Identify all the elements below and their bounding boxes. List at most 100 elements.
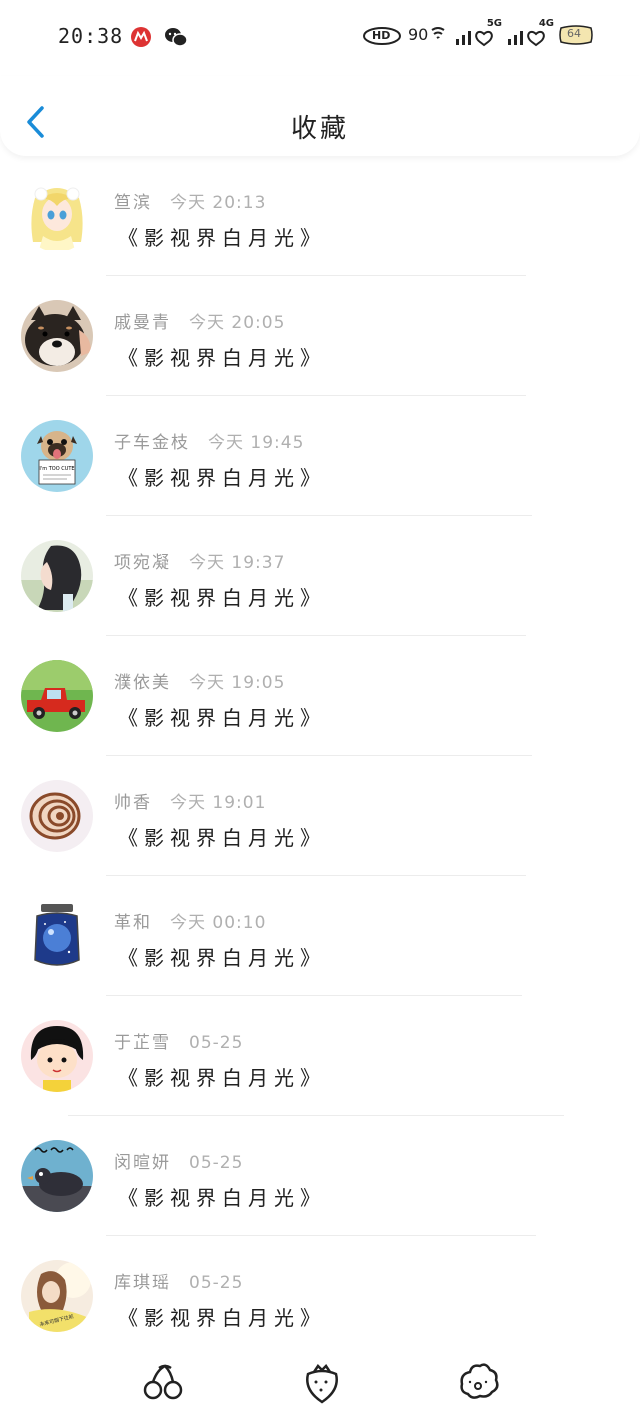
divider: [106, 515, 532, 516]
item-time: 今天 19:01: [170, 793, 267, 813]
item-time: 05-25: [189, 1273, 244, 1293]
item-name: 濮依美: [114, 673, 171, 693]
item-meta: 闵暄妍 05-25: [114, 1148, 243, 1173]
item-time: 今天 00:10: [170, 913, 267, 933]
wifi-icon: 90: [408, 24, 448, 46]
item-name: 子车金枝: [114, 433, 190, 453]
item-meta: 于芷雪 05-25: [114, 1028, 243, 1053]
cookie-face-nav-button[interactable]: [456, 1360, 500, 1404]
signal-5g-icon: 5G: [454, 18, 502, 48]
avatar[interactable]: [21, 660, 93, 732]
bird-doodle-avatar-icon: [21, 1140, 93, 1212]
item-content[interactable]: 《影视界白月光》: [118, 942, 326, 971]
item-content[interactable]: 《影视界白月光》: [118, 582, 326, 611]
divider: [106, 395, 526, 396]
item-content[interactable]: 《影视界白月光》: [118, 462, 326, 491]
list-item[interactable]: 项宛凝 今天 19:37 《影视界白月光》: [0, 520, 640, 640]
divider: [106, 995, 522, 996]
item-time: 今天 19:45: [208, 433, 305, 453]
divider: [106, 275, 526, 276]
bottom-nav: [0, 1350, 640, 1426]
list-item[interactable]: 于芷雪 05-25 《影视界白月光》: [0, 1000, 640, 1120]
cookie-face-icon: [460, 1363, 499, 1399]
list-item[interactable]: 笪滨 今天 20:13 《影视界白月光》: [0, 160, 640, 280]
avatar[interactable]: [21, 780, 93, 852]
item-name: 戚曼青: [114, 313, 171, 333]
pug-sign-avatar-icon: I'm TOO CUTE: [21, 420, 93, 492]
item-time: 今天 19:05: [189, 673, 286, 693]
avatar[interactable]: [21, 540, 93, 612]
strawberry-icon: [306, 1364, 338, 1404]
jar-galaxy-avatar-icon: [21, 900, 93, 972]
page-title: 收藏: [290, 114, 349, 144]
item-time: 05-25: [189, 1153, 244, 1173]
avatar[interactable]: [21, 300, 93, 372]
list-item[interactable]: 未来可期下往前 库琪瑶 05-25 《影视界白月光》: [0, 1240, 640, 1360]
status-time: 20:38: [58, 24, 124, 48]
item-time: 今天 20:05: [189, 313, 286, 333]
divider: [106, 875, 526, 876]
svg-text:90: 90: [408, 25, 428, 44]
favorites-list: 笪滨 今天 20:13 《影视界白月光》 戚曼青 今天 20:05 《影视界白月光》: [0, 160, 640, 1360]
cartoon-girl-avatar-icon: [21, 1020, 93, 1092]
divider: [106, 755, 532, 756]
metro-app-icon: [130, 26, 152, 48]
avatar[interactable]: [21, 1020, 93, 1092]
item-time: 今天 20:13: [170, 193, 267, 213]
divider: [68, 1115, 564, 1116]
list-item[interactable]: 濮依美 今天 19:05 《影视界白月光》: [0, 640, 640, 760]
item-name: 笪滨: [114, 193, 152, 213]
item-meta: 项宛凝 今天 19:37: [114, 548, 285, 573]
item-meta: 笪滨 今天 20:13: [114, 188, 266, 213]
item-content[interactable]: 《影视界白月光》: [118, 822, 326, 851]
girl-sunlight-avatar-icon: 未来可期下往前: [21, 1260, 93, 1332]
item-meta: 子车金枝 今天 19:45: [114, 428, 304, 453]
item-meta: 濮依美 今天 19:05: [114, 668, 285, 693]
item-time: 05-25: [189, 1033, 244, 1053]
item-name: 闵暄妍: [114, 1153, 171, 1173]
battery-icon: 64: [558, 24, 594, 46]
item-meta: 库琪瑶 05-25: [114, 1268, 243, 1293]
cherry-icon: [143, 1364, 183, 1400]
strawberry-nav-button[interactable]: [300, 1360, 344, 1404]
item-content[interactable]: 《影视界白月光》: [118, 1302, 326, 1331]
shiba-dog-avatar-icon: [21, 300, 93, 372]
girl-profile-avatar-icon: [21, 540, 93, 612]
item-name: 库琪瑶: [114, 1273, 171, 1293]
avatar[interactable]: I'm TOO CUTE: [21, 420, 93, 492]
status-indicators: HD 90 5G 4G 64: [362, 18, 594, 48]
red-truck-avatar-icon: [21, 660, 93, 732]
list-item[interactable]: I'm TOO CUTE 子车金枝 今天 19:45 《影视界白月光》: [0, 400, 640, 520]
list-item[interactable]: 戚曼青 今天 20:05 《影视界白月光》: [0, 280, 640, 400]
item-name: 帅香: [114, 793, 152, 813]
list-item[interactable]: 革和 今天 00:10 《影视界白月光》: [0, 880, 640, 1000]
wechat-icon: [164, 26, 188, 48]
item-content[interactable]: 《影视界白月光》: [118, 1182, 326, 1211]
status-bar: 20:38 HD 90 5G 4G 64: [0, 0, 640, 76]
cherry-nav-button[interactable]: [141, 1360, 185, 1404]
anime-girl-avatar-icon: [21, 180, 93, 252]
item-content[interactable]: 《影视界白月光》: [118, 702, 326, 731]
hd-icon: HD: [362, 24, 402, 46]
item-content[interactable]: 《影视界白月光》: [118, 1062, 326, 1091]
avatar[interactable]: [21, 180, 93, 252]
avatar[interactable]: [21, 900, 93, 972]
item-name: 于芷雪: [114, 1033, 171, 1053]
item-content[interactable]: 《影视界白月光》: [118, 342, 326, 371]
item-name: 项宛凝: [114, 553, 171, 573]
avatar[interactable]: [21, 1140, 93, 1212]
item-time: 今天 19:37: [189, 553, 286, 573]
item-name: 革和: [114, 913, 152, 933]
list-item[interactable]: 帅香 今天 19:01 《影视界白月光》: [0, 760, 640, 880]
item-meta: 帅香 今天 19:01: [114, 788, 266, 813]
divider: [106, 635, 526, 636]
list-item[interactable]: 闵暄妍 05-25 《影视界白月光》: [0, 1120, 640, 1240]
item-meta: 戚曼青 今天 20:05: [114, 308, 285, 333]
item-content[interactable]: 《影视界白月光》: [118, 222, 326, 251]
divider: [106, 1235, 536, 1236]
avatar[interactable]: 未来可期下往前: [21, 1260, 93, 1332]
svg-text:I'm TOO CUTE: I'm TOO CUTE: [39, 466, 74, 472]
shell-avatar-icon: [21, 780, 93, 852]
title-bar: 收藏: [0, 76, 640, 156]
item-meta: 革和 今天 00:10: [114, 908, 266, 933]
